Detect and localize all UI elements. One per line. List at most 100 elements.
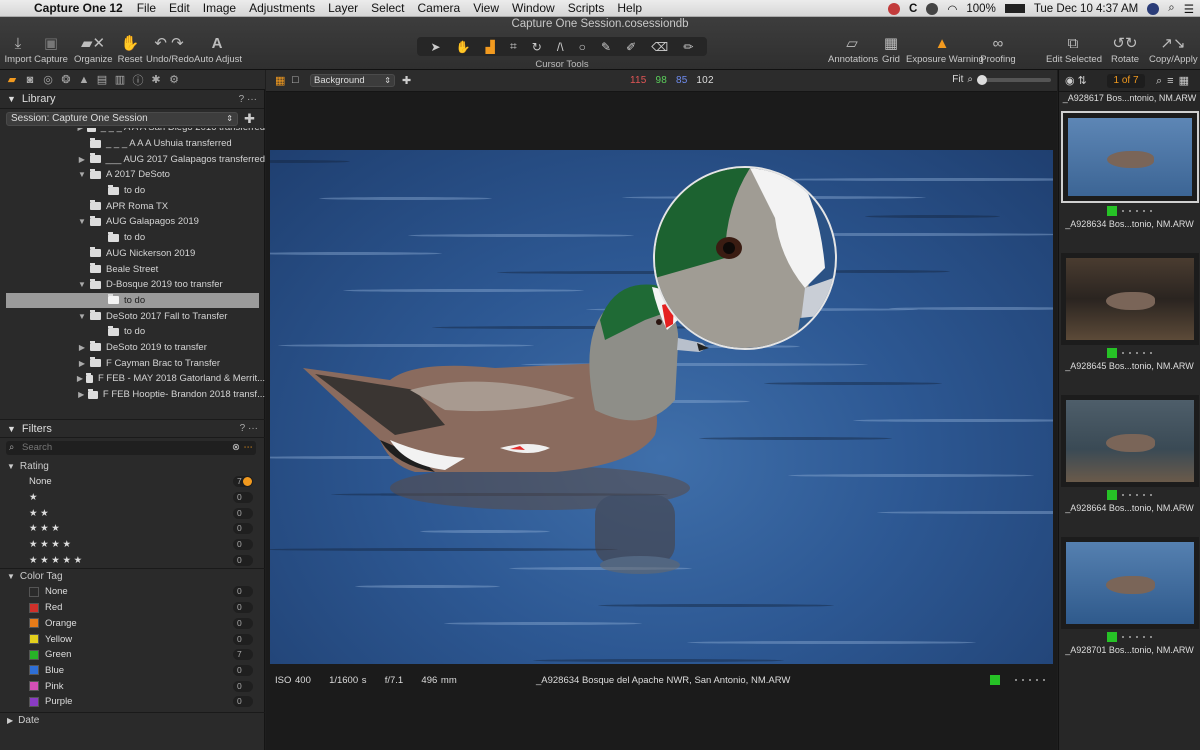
rating-dot[interactable] <box>1029 678 1031 681</box>
library-header[interactable]: ▼ Library? ··· <box>0 90 264 109</box>
rating-filter-row[interactable]: ★ ★ ★ ★ 0 <box>0 537 265 553</box>
folder-item[interactable]: to do <box>0 183 265 199</box>
keystone-icon[interactable]: /\ <box>557 40 564 54</box>
rating-dot[interactable] <box>1136 636 1138 638</box>
chevron-right-icon[interactable]: ▶ <box>76 359 88 368</box>
menu-clock[interactable]: Tue Dec 10 4:37 AM <box>1034 3 1138 15</box>
menu-layer[interactable]: Layer <box>328 1 358 15</box>
rating-section-header[interactable]: ▼ Rating <box>0 458 265 474</box>
capture-button[interactable]: ▣ Capture <box>34 34 68 70</box>
chevron-right-icon[interactable]: ▶ <box>76 155 88 164</box>
filters-options-icon[interactable]: ? ··· <box>240 423 258 434</box>
wifi-icon[interactable]: ◠ <box>947 2 957 16</box>
date-section-header[interactable]: ▶ Date <box>0 711 265 728</box>
layer-select[interactable]: Background ⇕ <box>310 74 395 87</box>
loupe-magnifier[interactable] <box>653 166 837 350</box>
search-icon[interactable]: ⌕ <box>1156 75 1167 87</box>
green-color-tag[interactable] <box>1107 490 1117 500</box>
menu-window[interactable]: Window <box>512 1 555 15</box>
rating-dot[interactable] <box>1129 636 1131 638</box>
green-color-tag[interactable] <box>1107 348 1117 358</box>
rating-dot[interactable] <box>1022 678 1024 681</box>
rating-filter-row[interactable]: ★ ★ ★ ★ ★ 0 <box>0 552 265 568</box>
spotlight-icon[interactable]: ⌕ <box>1168 2 1174 15</box>
reset-button[interactable]: ✋ Reset <box>117 34 143 70</box>
chevron-right-icon[interactable]: ▶ <box>76 128 85 132</box>
import-button[interactable]: ⤓ Import <box>4 34 32 70</box>
annotations-button[interactable]: ▱ Annotations <box>828 34 878 70</box>
chevron-right-icon[interactable]: ▶ <box>76 390 86 399</box>
folder-item[interactable]: AUG Nickerson 2019 <box>0 246 265 262</box>
single-view-icon[interactable]: □ <box>292 74 299 86</box>
menu-image[interactable]: Image <box>203 1 236 15</box>
rating-dot[interactable] <box>1143 636 1145 638</box>
rating-filter-row[interactable]: None 7 <box>0 474 265 490</box>
status-moon-icon[interactable] <box>926 2 939 15</box>
rating-dot[interactable] <box>1129 210 1131 212</box>
edit-selected-button[interactable]: ⧉ Edit Selected <box>1046 34 1102 70</box>
folder-item[interactable]: ▼ D-Bosque 2019 too transfer <box>0 277 265 293</box>
picker-icon[interactable]: ✎ <box>601 40 611 54</box>
rating-dot[interactable] <box>1043 678 1045 681</box>
user-avatar-icon[interactable] <box>1147 2 1160 15</box>
menu-edit[interactable]: Edit <box>169 1 190 15</box>
menu-view[interactable]: View <box>473 1 499 15</box>
exposure-tab-icon[interactable]: ▲ <box>78 74 90 86</box>
rating-dot[interactable] <box>1122 210 1124 212</box>
folder-item[interactable]: ▼ A 2017 DeSoto <box>0 167 265 183</box>
chevron-down-icon[interactable]: ▼ <box>76 280 88 289</box>
folder-item[interactable]: ▶ ___ AUG 2017 Galapagos transferred <box>0 151 265 167</box>
rating-dot[interactable] <box>1136 210 1138 212</box>
lens-tab-icon[interactable]: ◎ <box>42 73 54 86</box>
exposure-warning-button[interactable]: ▲ Exposure Warning <box>906 34 984 70</box>
undo-redo-button[interactable]: ↶ ↷ Undo/Redo <box>146 34 194 70</box>
rating-dot[interactable] <box>1136 352 1138 354</box>
rating-dot[interactable] <box>1150 352 1152 354</box>
search-options-icon[interactable]: ⋯ <box>244 441 254 455</box>
chevron-down-icon[interactable]: ▼ <box>76 217 88 226</box>
rating-dot[interactable] <box>1150 494 1152 496</box>
folder-item[interactable]: ▶ F Cayman Brac to Transfer <box>0 355 265 371</box>
thumbnail[interactable] <box>1060 253 1199 345</box>
battery-percent[interactable]: 100% <box>966 3 995 15</box>
clear-search-icon[interactable]: ⊗ <box>232 441 240 455</box>
main-image[interactable] <box>270 150 1053 664</box>
capture-tab-icon[interactable]: ◙ <box>24 74 36 86</box>
status-c-icon[interactable]: C <box>909 3 917 15</box>
color-tag-filter-row[interactable]: None 0 <box>0 584 265 600</box>
library-options-icon[interactable]: ? ··· <box>239 94 257 105</box>
library-tab-icon[interactable]: ▰ <box>6 73 18 86</box>
rotate-tool-icon[interactable]: ↻ <box>532 40 542 54</box>
rating-filter-row[interactable]: ★ ★ 0 <box>0 505 265 521</box>
color-tag-filter-row[interactable]: Blue 0 <box>0 663 265 679</box>
rating-dot[interactable] <box>1143 494 1145 496</box>
chevron-right-icon[interactable]: ▶ <box>76 343 88 352</box>
color-tag-section-header[interactable]: ▼ Color Tag <box>0 568 265 584</box>
rating-dot[interactable] <box>1122 636 1124 638</box>
output-tab-icon[interactable]: ✱ <box>150 73 162 86</box>
session-select[interactable]: Session: Capture One Session ⇕ <box>6 112 238 126</box>
folder-item[interactable]: _ _ _ A A A Ushuia transferred <box>0 136 265 152</box>
rating-dot[interactable] <box>1136 494 1138 496</box>
thumbnail[interactable] <box>1060 111 1199 203</box>
folder-item[interactable]: ▼ AUG Galapagos 2019 <box>0 214 265 230</box>
copy-apply-button[interactable]: ↗↘ Copy/Apply <box>1149 34 1198 70</box>
rating-dot[interactable] <box>1143 352 1145 354</box>
metadata-tab-icon[interactable]: ⓘ <box>132 72 144 88</box>
menu-app-name[interactable]: Capture One 12 <box>34 1 123 15</box>
batch-tab-icon[interactable]: ⚙ <box>168 73 180 86</box>
rating-dot[interactable] <box>1129 352 1131 354</box>
brush-icon[interactable]: ✐ <box>626 40 636 54</box>
folder-item[interactable]: to do <box>0 324 265 340</box>
rating-dot[interactable] <box>1143 210 1145 212</box>
rating-dot[interactable] <box>1150 210 1152 212</box>
rotate-button[interactable]: ↺↻ Rotate <box>1108 34 1142 70</box>
color-tag-filter-row[interactable]: Yellow 0 <box>0 631 265 647</box>
filter-search-input[interactable]: ⌕ Search ⊗ ⋯ <box>6 441 256 455</box>
green-color-tag[interactable] <box>1107 206 1117 216</box>
chevron-right-icon[interactable]: ▶ <box>76 374 84 383</box>
add-layer-icon[interactable]: ✚ <box>402 74 411 87</box>
folder-item[interactable]: ▶ DeSoto 2019 to transfer <box>0 340 265 356</box>
grid-button[interactable]: ▦ Grid <box>879 34 903 70</box>
menu-select[interactable]: Select <box>371 1 404 15</box>
